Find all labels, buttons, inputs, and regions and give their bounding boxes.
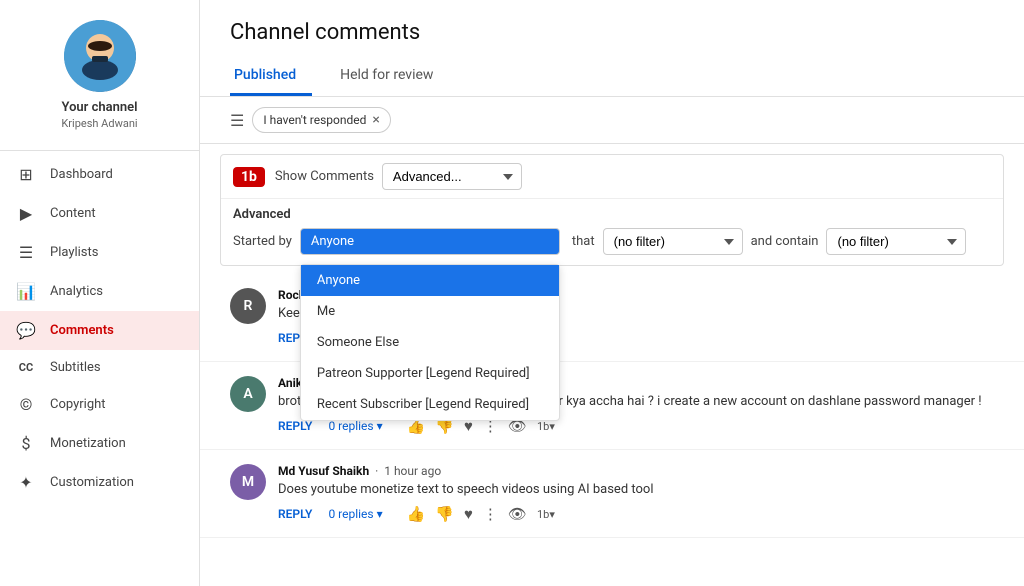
badge-icon[interactable]: 1b▾ [537, 420, 555, 433]
sidebar-item-content[interactable]: ▶ Content [0, 194, 199, 233]
show-comments-label: Show Comments [275, 169, 374, 184]
sidebar: Your channel Kripesh Adwani ⊞ Dashboard … [0, 0, 200, 586]
customization-icon: ✦ [16, 473, 36, 492]
replies-link[interactable]: 0 replies ▾ [328, 507, 382, 521]
avatar [64, 20, 136, 92]
replies-link[interactable]: 0 replies ▾ [328, 419, 382, 433]
thumbs-down-icon[interactable]: 👎 [435, 505, 454, 523]
reply-button[interactable]: REPLY [278, 507, 312, 521]
started-by-dropdown-list: Anyone Me Someone Else Patreon Supporter… [300, 264, 560, 421]
dropdown-option-patreon[interactable]: Patreon Supporter [Legend Required] [301, 358, 559, 389]
tab-held[interactable]: Held for review [336, 59, 449, 96]
and-contain-label: and contain [751, 234, 819, 249]
analytics-icon: 📊 [16, 282, 36, 301]
tab-published[interactable]: Published [230, 59, 312, 96]
sidebar-item-analytics[interactable]: 📊 Analytics [0, 272, 199, 311]
sidebar-item-label: Monetization [50, 436, 126, 451]
filter-chip-close[interactable]: × [372, 112, 379, 128]
badge-icon[interactable]: 1b▾ [537, 508, 555, 521]
copyright-icon: © [16, 395, 36, 414]
sidebar-item-monetization[interactable]: $ Monetization [0, 424, 199, 463]
more-icon[interactable]: ⋮ [483, 505, 498, 523]
channel-name: Your channel [61, 100, 137, 115]
filter-icon[interactable]: ☰ [230, 111, 244, 130]
thumbs-up-icon[interactable]: 👍 [407, 505, 426, 523]
comments-icon: 💬 [16, 321, 36, 340]
that-label: that [572, 234, 595, 249]
replies-count: 0 replies [328, 507, 373, 521]
channel-sub: Kripesh Adwani [61, 117, 137, 130]
comment-actions: REPLY 0 replies ▾ 👍 👎 ♥ ⋮ 👁 1b▾ [278, 505, 994, 523]
sidebar-item-playlists[interactable]: ☰ Playlists [0, 233, 199, 272]
sidebar-item-comments[interactable]: 💬 Comments [0, 311, 199, 350]
playlists-icon: ☰ [16, 243, 36, 262]
subtitles-icon: CC [16, 361, 36, 374]
chevron-down-icon: ▾ [377, 507, 383, 521]
sidebar-item-customization[interactable]: ✦ Customization [0, 463, 199, 502]
chevron-down-icon: ▾ [377, 419, 383, 433]
comment-text: Does youtube monetize text to speech vid… [278, 482, 994, 497]
started-by-dropdown[interactable]: Anyone Anyone Me Someone Else Patreon Su… [300, 228, 560, 255]
sidebar-item-label: Customization [50, 475, 134, 490]
show-comments-row: 1b Show Comments Advanced... Top comment… [221, 155, 1003, 199]
page-title: Channel comments [230, 20, 994, 45]
avatar: M [230, 464, 266, 500]
filter-chip-label: I haven't responded [263, 113, 366, 127]
filter-bar: ☰ I haven't responded × [200, 97, 1024, 144]
heart-icon[interactable]: ♥ [464, 505, 473, 523]
sidebar-item-dashboard[interactable]: ⊞ Dashboard [0, 155, 199, 194]
comments-area[interactable]: 1b Show Comments Advanced... Top comment… [200, 144, 1024, 586]
sidebar-item-copyright[interactable]: © Copyright [0, 385, 199, 424]
dropdown-option-me[interactable]: Me [301, 296, 559, 327]
monetization-icon: $ [16, 434, 36, 453]
started-by-row: Started by Anyone Anyone Me Someone Else… [221, 224, 1003, 265]
dropdown-option-anyone[interactable]: Anyone [301, 265, 559, 296]
dashboard-icon: ⊞ [16, 165, 36, 184]
sidebar-item-label: Subtitles [50, 360, 101, 375]
filter2-select[interactable]: (no filter) Positive Negative [826, 228, 966, 255]
comment-body: Md Yusuf Shaikh · 1 hour ago Does youtub… [278, 464, 994, 523]
dropdown-option-recent-sub[interactable]: Recent Subscriber [Legend Required] [301, 389, 559, 420]
started-by-label: Started by [233, 234, 292, 249]
avatar: A [230, 376, 266, 412]
sidebar-item-label: Content [50, 206, 96, 221]
avatar: R [230, 288, 266, 324]
replies-count: 0 replies [328, 419, 373, 433]
sidebar-item-subtitles[interactable]: CC Subtitles [0, 350, 199, 385]
show-comments-select[interactable]: Advanced... Top comments Newest first [382, 163, 522, 190]
show-comments-dropdown: Advanced... Top comments Newest first [382, 163, 522, 190]
tabs: Published Held for review [230, 59, 994, 96]
reply-button[interactable]: REPLY [278, 419, 312, 433]
sidebar-item-label: Dashboard [50, 167, 113, 182]
sidebar-divider [0, 150, 199, 151]
advanced-label: Advanced [221, 199, 1003, 224]
sidebar-item-label: Analytics [50, 284, 103, 299]
content-icon: ▶ [16, 204, 36, 223]
red-badge: 1b [233, 167, 265, 187]
main-header: Channel comments Published Held for revi… [200, 0, 1024, 97]
hide-icon[interactable]: 👁 [508, 505, 527, 523]
sidebar-item-label: Comments [50, 323, 114, 338]
dropdown-option-someone-else[interactable]: Someone Else [301, 327, 559, 358]
comment-time: 1 hour ago [384, 464, 441, 478]
main-content: Channel comments Published Held for revi… [200, 0, 1024, 586]
comment-meta: Md Yusuf Shaikh · 1 hour ago [278, 464, 994, 478]
sidebar-item-label: Playlists [50, 245, 98, 260]
dropdown-selected-value: Anyone [311, 234, 354, 249]
action-icons: 👍 👎 ♥ ⋮ 👁 1b▾ [407, 505, 555, 523]
comment-entry: M Md Yusuf Shaikh · 1 hour ago Does yout… [200, 450, 1024, 538]
filter1-select[interactable]: (no filter) Has question Has link [603, 228, 743, 255]
advanced-section-block: 1b Show Comments Advanced... Top comment… [220, 154, 1004, 266]
filter-chip[interactable]: I haven't responded × [252, 107, 391, 133]
comment-author: Md Yusuf Shaikh [278, 464, 369, 478]
sidebar-item-label: Copyright [50, 397, 106, 412]
